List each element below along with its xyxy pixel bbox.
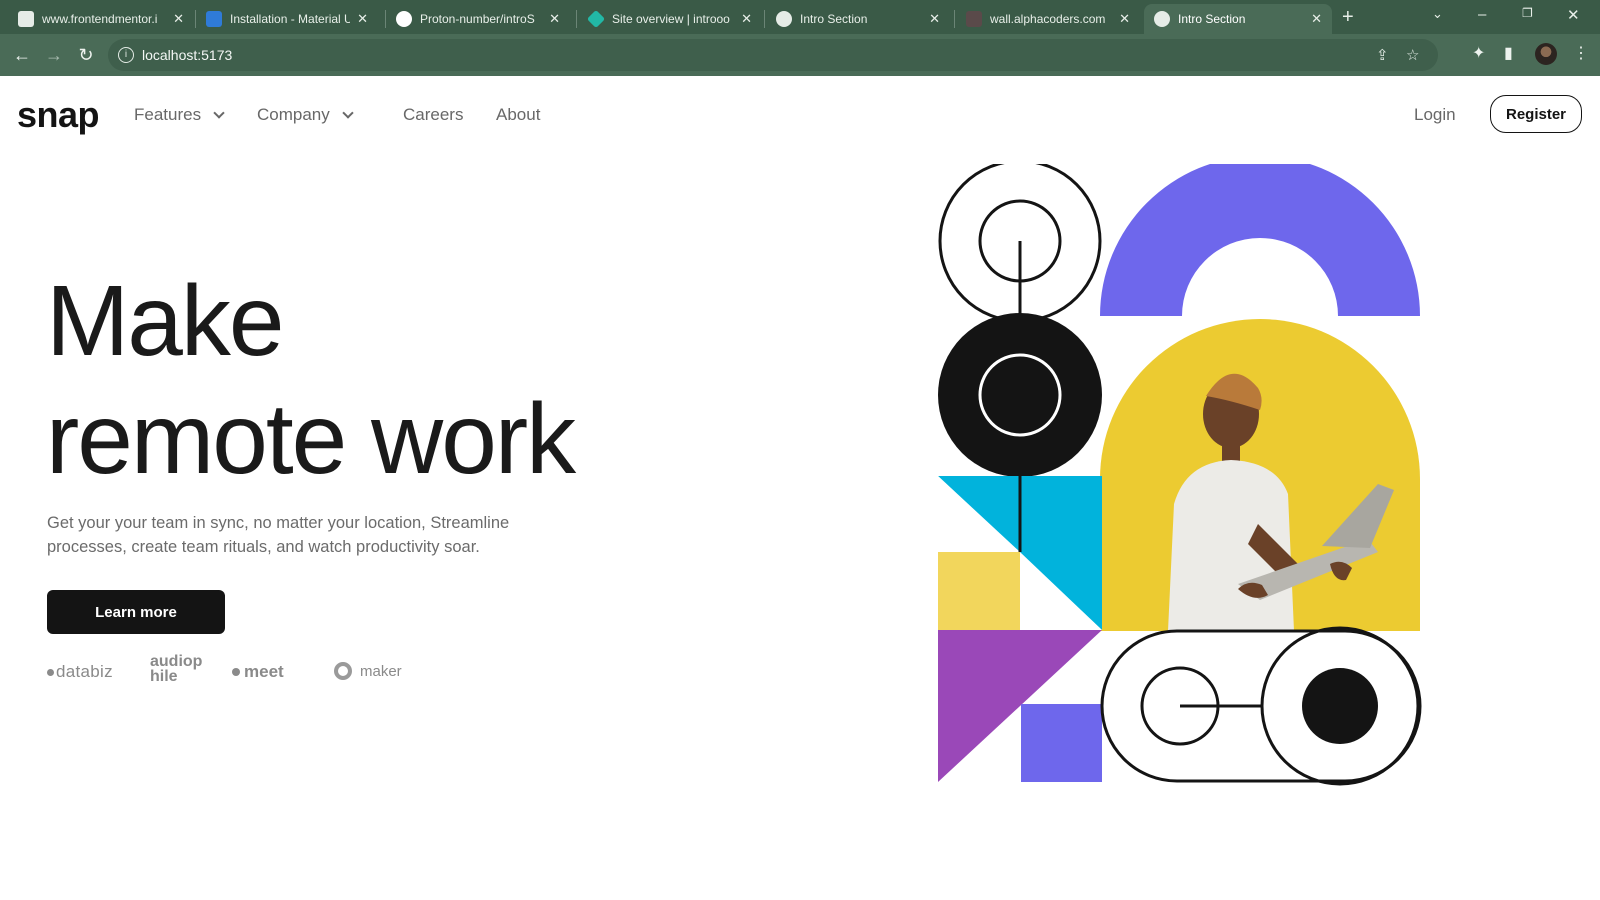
- share-icon[interactable]: ⇪: [1376, 46, 1389, 64]
- browser-tab[interactable]: Site overview | introoo ✕: [578, 4, 762, 34]
- register-button[interactable]: Register: [1490, 95, 1582, 133]
- purple-square-shape: [1021, 704, 1102, 782]
- extensions-icon[interactable]: ✦: [1472, 43, 1485, 63]
- browser-tab[interactable]: wall.alphacoders.com ✕: [956, 4, 1140, 34]
- side-panel-icon[interactable]: ▮: [1504, 43, 1513, 63]
- databiz-dot-icon: [47, 668, 54, 676]
- browser-tab-strip: www.frontendmentor.i ✕ Installation - Ma…: [0, 0, 1600, 34]
- address-bar-url: localhost:5173: [142, 47, 233, 63]
- close-window-icon[interactable]: ✕: [1567, 6, 1580, 24]
- profile-avatar[interactable]: [1535, 43, 1557, 65]
- client-logo-databiz: databiz: [47, 662, 113, 682]
- restore-icon[interactable]: ❐: [1522, 6, 1533, 20]
- nav-company-label: Company: [257, 105, 330, 124]
- tab-search-chevron-icon[interactable]: ⌄: [1432, 6, 1443, 22]
- maker-circle-icon: [334, 662, 352, 680]
- tab-title: Intro Section: [800, 12, 868, 26]
- nav-features-label: Features: [134, 105, 202, 124]
- client-name: audiophile: [150, 653, 203, 685]
- browser-tab[interactable]: www.frontendmentor.i ✕: [8, 4, 194, 34]
- browser-toolbar: ← → ↻ i localhost:5173 ⇪ ☆ ✦ ▮ ⋮: [0, 34, 1600, 76]
- hero-heading: Make remote work: [46, 262, 576, 498]
- hero-heading-line2: remote work: [46, 383, 576, 495]
- purple-arch-shape: [1100, 164, 1420, 316]
- site-info-icon[interactable]: i: [118, 47, 134, 63]
- tab-title: wall.alphacoders.com: [990, 12, 1106, 26]
- tab-title: Intro Section: [1178, 12, 1246, 26]
- forward-arrow-icon[interactable]: →: [42, 43, 66, 67]
- tab-title: Proton-number/introS: [420, 12, 535, 26]
- close-tab-icon[interactable]: ✕: [549, 11, 560, 27]
- client-name: maker: [360, 662, 402, 680]
- nav-about[interactable]: About: [496, 105, 540, 125]
- hero-heading-line1: Make: [46, 265, 285, 377]
- globe-favicon-icon: [776, 11, 792, 27]
- client-logo-audiophile: audiophile: [150, 653, 206, 685]
- black-circle-shape: [938, 313, 1102, 477]
- browser-tab-active[interactable]: Intro Section ✕: [1144, 4, 1332, 34]
- frontendmentor-favicon-icon: [18, 11, 34, 27]
- browser-menu-icon[interactable]: ⋮: [1573, 43, 1589, 63]
- browser-tab[interactable]: Proton-number/introS ✕: [386, 4, 570, 34]
- browser-tab[interactable]: Installation - Material U ✕: [196, 4, 378, 34]
- close-tab-icon[interactable]: ✕: [173, 11, 184, 27]
- bookmark-star-icon[interactable]: ☆: [1406, 46, 1419, 64]
- client-name: databiz: [56, 662, 113, 681]
- login-link[interactable]: Login: [1414, 105, 1456, 125]
- close-tab-icon[interactable]: ✕: [929, 11, 940, 27]
- mui-favicon-icon: [206, 11, 222, 27]
- chevron-down-icon: [213, 106, 225, 119]
- github-icon: [396, 11, 412, 27]
- tab-title: www.frontendmentor.i: [42, 12, 158, 26]
- close-tab-icon[interactable]: ✕: [1311, 11, 1322, 27]
- back-arrow-icon[interactable]: ←: [10, 43, 34, 67]
- page-content: snap Features Company Careers About Logi…: [0, 76, 1600, 900]
- address-bar[interactable]: i localhost:5173 ⇪ ☆: [108, 39, 1438, 71]
- browser-tab[interactable]: Intro Section ✕: [766, 4, 950, 34]
- nav-features[interactable]: Features: [134, 105, 225, 125]
- close-tab-icon[interactable]: ✕: [1119, 11, 1130, 27]
- client-logo-maker: maker: [334, 662, 402, 680]
- tab-title: Installation - Material U: [230, 12, 350, 26]
- yellow-square-shape: [938, 552, 1020, 630]
- minimize-icon[interactable]: –: [1478, 6, 1486, 23]
- learn-more-button[interactable]: Learn more: [47, 590, 225, 634]
- close-tab-icon[interactable]: ✕: [741, 11, 752, 27]
- client-name: meet: [244, 662, 284, 681]
- site-logo[interactable]: snap: [17, 94, 100, 136]
- nav-careers[interactable]: Careers: [403, 105, 463, 125]
- tab-title: Site overview | introoo: [612, 12, 730, 26]
- hero-description: Get your your team in sync, no matter yo…: [47, 514, 510, 556]
- globe-favicon-icon: [1154, 11, 1170, 27]
- reload-icon[interactable]: ↻: [74, 43, 98, 67]
- black-dot-shape: [1302, 668, 1378, 744]
- netlify-icon: [586, 9, 606, 29]
- chevron-down-icon: [342, 106, 354, 119]
- close-tab-icon[interactable]: ✕: [357, 11, 368, 27]
- new-tab-icon[interactable]: +: [1342, 6, 1354, 29]
- hero-illustration: [938, 164, 1422, 786]
- nav-company[interactable]: Company: [257, 105, 354, 125]
- alphacoders-favicon-icon: [966, 11, 982, 27]
- meet-dots-icon: [232, 668, 240, 676]
- client-logo-meet: meet: [232, 662, 284, 682]
